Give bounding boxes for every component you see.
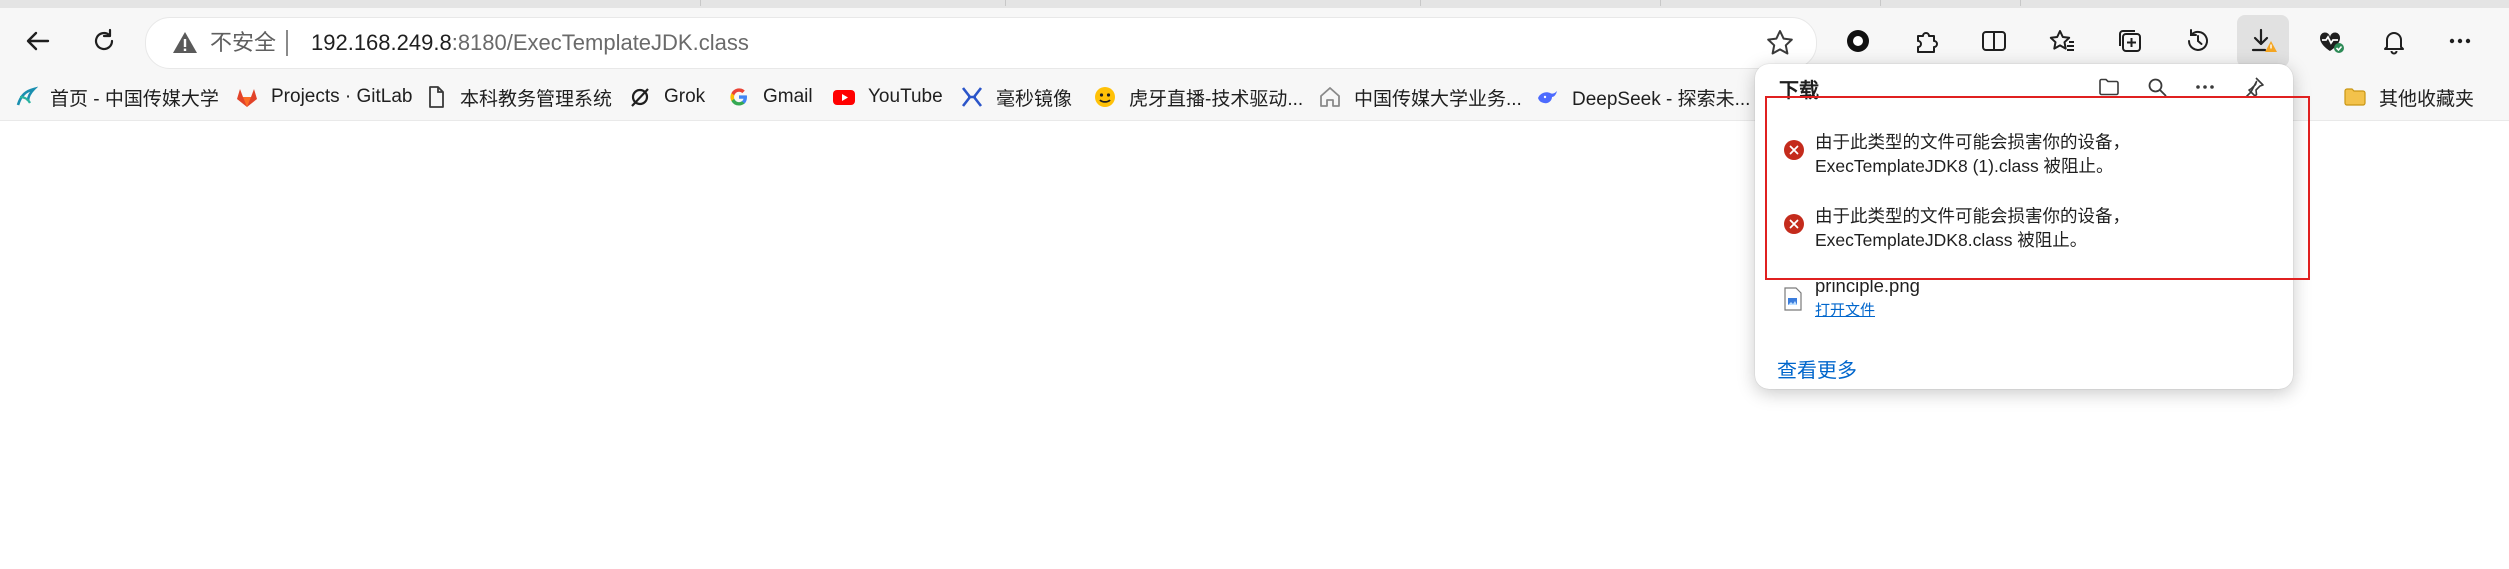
bookmark-label: 毫秒镜像	[996, 88, 1073, 110]
more-horizontal-icon	[2449, 38, 2471, 44]
youtube-icon	[832, 85, 856, 109]
browser-essentials-button[interactable]	[2304, 15, 2356, 67]
download-item-file[interactable]: principle.png 打开文件	[1779, 275, 2259, 325]
home-icon	[1318, 85, 1342, 109]
collections-icon	[2119, 30, 2141, 52]
tab-strip	[0, 0, 2509, 8]
open-file-link[interactable]: 打开文件	[1815, 299, 1875, 320]
tab-divider	[1420, 0, 1421, 6]
heart-pulse-icon	[2319, 32, 2344, 53]
favorite-star-icon[interactable]	[1764, 27, 1796, 59]
download-warning-icon	[2251, 28, 2277, 52]
bookmark-gitlab[interactable]: Projects · GitLab	[235, 81, 413, 113]
tab-divider	[2020, 0, 2021, 6]
tab-divider	[700, 0, 701, 6]
split-screen-button[interactable]	[1968, 15, 2020, 67]
extension-button[interactable]	[1832, 15, 1884, 67]
bookmark-cuc-home[interactable]: 首页 - 中国传媒大学	[14, 81, 219, 113]
cuc-logo-icon	[14, 85, 38, 109]
page-icon	[424, 85, 448, 109]
notifications-button[interactable]	[2368, 15, 2420, 67]
huya-icon	[1093, 85, 1117, 109]
google-icon	[727, 85, 751, 109]
circle-extension-icon	[1847, 30, 1869, 52]
bookmark-label: YouTube	[868, 86, 943, 107]
other-favorites-folder[interactable]: 其他收藏夹	[2343, 81, 2474, 113]
grok-icon	[628, 85, 652, 109]
bookmark-label: 本科教务管理系统	[460, 88, 613, 110]
address-separator	[286, 30, 288, 56]
url-path: :8180/ExecTemplateJDK.class	[451, 30, 749, 55]
puzzle-icon	[1917, 32, 1938, 53]
highlight-annotation-box	[1765, 96, 2310, 280]
not-secure-warning-icon[interactable]	[172, 30, 198, 56]
bell-icon	[2384, 32, 2404, 55]
split-screen-icon	[1982, 31, 2006, 51]
bookmark-cuc-business[interactable]: 中国传媒大学业务...	[1318, 81, 1522, 113]
bookmark-deepseek[interactable]: DeepSeek - 探索未...	[1536, 81, 1750, 113]
bookmark-academic-system[interactable]: 本科教务管理系统	[424, 81, 612, 113]
bookmark-youtube[interactable]: YouTube	[832, 81, 943, 113]
history-icon	[2188, 29, 2208, 51]
bookmark-huya[interactable]: 虎牙直播-技术驱动...	[1093, 81, 1303, 113]
address-bar[interactable]: 不安全 192.168.249.8:8180/ExecTemplateJDK.c…	[145, 17, 1817, 69]
url-text[interactable]: 192.168.249.8:8180/ExecTemplateJDK.class	[311, 30, 749, 56]
bookmark-label: Projects · GitLab	[271, 86, 413, 107]
back-button[interactable]	[12, 15, 64, 67]
see-more-link[interactable]: 查看更多	[1777, 354, 1857, 383]
image-file-icon	[1784, 287, 1802, 311]
back-arrow-icon	[26, 31, 50, 51]
tab-divider	[1005, 0, 1006, 6]
favorites-button[interactable]	[2036, 15, 2088, 67]
security-status-label[interactable]: 不安全	[210, 30, 276, 56]
other-favorites-label: 其他收藏夹	[2379, 88, 2475, 110]
mirror-logo-icon	[960, 85, 984, 109]
favorites-icon	[2049, 30, 2074, 51]
history-button[interactable]	[2172, 15, 2224, 67]
bookmark-label: DeepSeek - 探索未...	[1572, 88, 1751, 110]
tab-divider	[1660, 0, 1661, 6]
bookmark-mirror[interactable]: 毫秒镜像	[960, 81, 1072, 113]
deepseek-icon	[1536, 85, 1560, 109]
refresh-icon	[94, 28, 114, 51]
bookmark-label: 虎牙直播-技术驱动...	[1129, 88, 1304, 110]
extensions-button[interactable]	[1900, 15, 1952, 67]
downloads-button[interactable]	[2237, 15, 2289, 67]
collections-button[interactable]	[2104, 15, 2156, 67]
tab-divider	[1880, 0, 1881, 6]
bookmark-label: 中国传媒大学业务...	[1354, 88, 1522, 110]
bookmark-label: Gmail	[763, 86, 813, 107]
settings-more-button[interactable]	[2434, 15, 2486, 67]
bookmark-grok[interactable]: Grok	[628, 81, 705, 113]
refresh-button[interactable]	[78, 15, 130, 67]
url-host: 192.168.249.8	[311, 30, 452, 55]
folder-icon	[2343, 85, 2367, 109]
bookmark-label: 首页 - 中国传媒大学	[50, 88, 219, 110]
bookmark-gmail[interactable]: Gmail	[727, 81, 813, 113]
gitlab-icon	[235, 85, 259, 109]
bookmark-label: Grok	[664, 86, 706, 107]
